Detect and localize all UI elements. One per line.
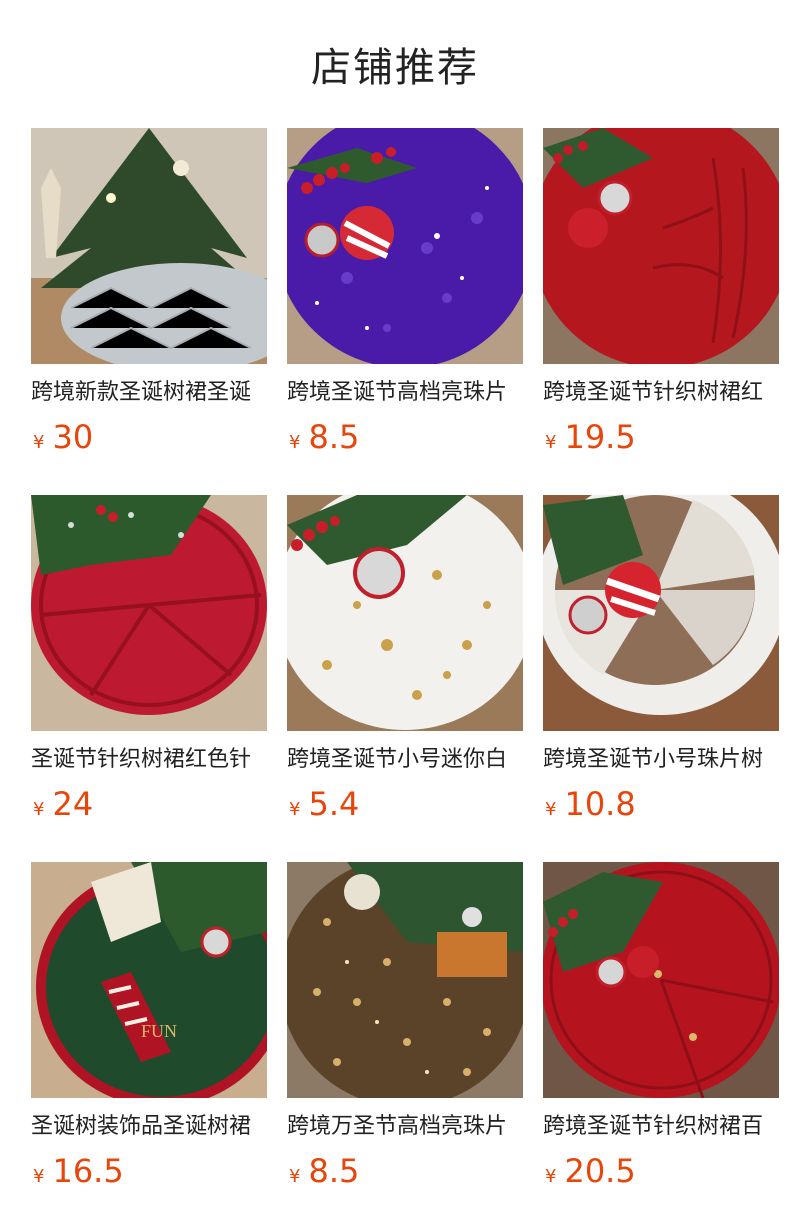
product-name[interactable]: 跨境圣诞节小号迷你白 (287, 745, 523, 775)
svg-text:FUN: FUN (141, 1021, 177, 1041)
product-card[interactable]: 跨境圣诞节小号珠片树 ¥ 10.8 (543, 495, 779, 823)
price-value: 8.5 (308, 418, 360, 456)
product-name[interactable]: 跨境万圣节高档亮珠片 (287, 1112, 523, 1142)
currency-symbol: ¥ (33, 799, 45, 820)
price-value: 16.5 (52, 1152, 124, 1190)
product-name[interactable]: 跨境圣诞节针织树裙红 (543, 378, 779, 408)
currency-symbol: ¥ (289, 799, 301, 820)
currency-symbol: ¥ (545, 1166, 557, 1187)
product-name[interactable]: 跨境新款圣诞树裙圣诞 (31, 378, 267, 408)
product-card[interactable]: 跨境新款圣诞树裙圣诞 ¥ 30 (31, 128, 267, 456)
product-image[interactable] (31, 495, 267, 731)
price-value: 19.5 (564, 418, 636, 456)
product-image[interactable] (31, 128, 267, 364)
product-price: ¥ 8.5 (287, 1152, 523, 1190)
price-value: 30 (52, 418, 94, 456)
currency-symbol: ¥ (545, 432, 557, 453)
product-card[interactable]: 跨境圣诞节针织树裙红 ¥ 19.5 (543, 128, 779, 456)
product-card[interactable]: 跨境圣诞节小号迷你白 ¥ 5.4 (287, 495, 523, 823)
product-image[interactable] (287, 495, 523, 731)
product-card[interactable]: 圣诞节针织树裙红色针 ¥ 24 (31, 495, 267, 823)
section-title: 店铺推荐 (311, 45, 479, 91)
product-price: ¥ 24 (31, 785, 267, 823)
product-card[interactable]: 跨境万圣节高档亮珠片 ¥ 8.5 (287, 862, 523, 1190)
product-image[interactable]: FUN (31, 862, 267, 1098)
product-image[interactable] (543, 128, 779, 364)
product-name[interactable]: 圣诞树装饰品圣诞树裙 (31, 1112, 267, 1142)
price-value: 5.4 (308, 785, 360, 823)
product-card[interactable]: FUN 圣诞树装饰品圣诞树裙 ¥ 16.5 (31, 862, 267, 1190)
product-card[interactable]: 跨境圣诞节高档亮珠片 ¥ 8.5 (287, 128, 523, 456)
product-price: ¥ 10.8 (543, 785, 779, 823)
product-image[interactable] (543, 495, 779, 731)
currency-symbol: ¥ (33, 432, 45, 453)
product-card[interactable]: 跨境圣诞节针织树裙百 ¥ 20.5 (543, 862, 779, 1190)
currency-symbol: ¥ (289, 1166, 301, 1187)
price-value: 24 (52, 785, 94, 823)
product-image[interactable] (287, 862, 523, 1098)
product-name[interactable]: 跨境圣诞节小号珠片树 (543, 745, 779, 775)
currency-symbol: ¥ (545, 799, 557, 820)
product-price: ¥ 19.5 (543, 418, 779, 456)
product-image[interactable] (287, 128, 523, 364)
product-name[interactable]: 圣诞节针织树裙红色针 (31, 745, 267, 775)
product-image[interactable] (543, 862, 779, 1098)
product-price: ¥ 5.4 (287, 785, 523, 823)
price-value: 20.5 (564, 1152, 636, 1190)
product-price: ¥ 30 (31, 418, 267, 456)
currency-symbol: ¥ (289, 432, 301, 453)
product-price: ¥ 8.5 (287, 418, 523, 456)
product-price: ¥ 16.5 (31, 1152, 267, 1190)
currency-symbol: ¥ (33, 1166, 45, 1187)
price-value: 10.8 (564, 785, 636, 823)
product-price: ¥ 20.5 (543, 1152, 779, 1190)
product-name[interactable]: 跨境圣诞节高档亮珠片 (287, 378, 523, 408)
price-value: 8.5 (308, 1152, 360, 1190)
product-name[interactable]: 跨境圣诞节针织树裙百 (543, 1112, 779, 1142)
